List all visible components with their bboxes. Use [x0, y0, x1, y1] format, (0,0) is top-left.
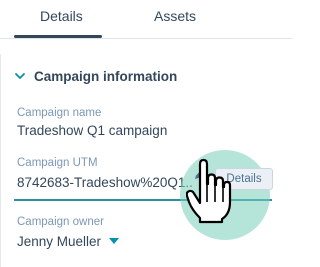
campaign-owner-dropdown[interactable]: Jenny Mueller	[17, 234, 120, 249]
campaign-utm-value[interactable]: 8742683-Tradeshow%20Q1...	[17, 175, 193, 190]
campaign-name-label: Campaign name	[17, 107, 102, 119]
tab-assets[interactable]: Assets	[154, 8, 196, 24]
panel-divider	[0, 54, 1, 267]
hand-pointer-icon	[186, 158, 232, 224]
campaign-name-value[interactable]: Tradeshow Q1 campaign	[17, 123, 167, 138]
chevron-down-icon	[15, 73, 25, 79]
campaign-owner-value: Jenny Mueller	[17, 234, 102, 249]
campaign-owner-label: Campaign owner	[17, 216, 104, 228]
campaign-information-section-toggle[interactable]: Campaign information	[14, 66, 177, 86]
tab-bar: Details Assets	[0, 0, 292, 39]
caret-down-icon	[109, 238, 120, 244]
active-tab-indicator	[14, 35, 102, 38]
campaign-utm-label: Campaign UTM	[17, 157, 98, 169]
section-title: Campaign information	[34, 68, 178, 84]
tab-details[interactable]: Details	[40, 8, 83, 24]
